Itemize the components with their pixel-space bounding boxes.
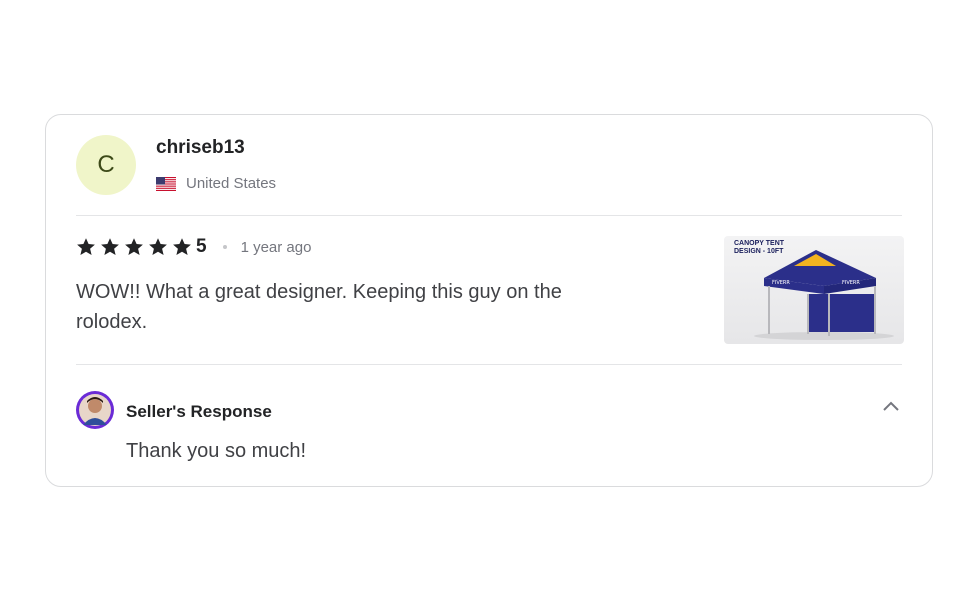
reviewer-avatar[interactable]: C	[76, 135, 136, 195]
review-thumbnail[interactable]: FIVERR FIVERR CANOPY TENT DESIGN - 10FT	[724, 236, 904, 344]
separator-dot	[222, 245, 227, 249]
review-text: WOW!! What a great designer. Keeping thi…	[76, 281, 562, 333]
seller-response-text: Thank you so much!	[126, 440, 307, 462]
star-icon	[125, 238, 143, 255]
rating-score: 5	[196, 236, 207, 257]
star-icon	[101, 238, 119, 255]
divider	[76, 215, 902, 216]
svg-text:FIVERR: FIVERR	[842, 280, 860, 286]
reviewer-username[interactable]: chriseb13	[156, 137, 245, 159]
rating-row: 5 1 year ago	[76, 236, 311, 258]
review-card: C chriseb13 United States 5 1 year ago W…	[45, 114, 933, 487]
seller-avatar[interactable]	[76, 391, 114, 429]
reviewer-country: United States	[156, 175, 276, 192]
country-label: United States	[186, 175, 277, 192]
divider	[76, 364, 902, 365]
thumbnail-caption: CANOPY TENT DESIGN - 10FT	[734, 240, 785, 255]
star-icon	[77, 238, 95, 255]
star-rating	[76, 237, 196, 257]
seller-response-title: Seller's Response	[126, 402, 272, 421]
chevron-up-icon[interactable]	[881, 397, 901, 417]
star-icon	[149, 238, 167, 255]
us-flag-icon	[156, 176, 176, 191]
svg-text:FIVERR: FIVERR	[772, 280, 790, 286]
review-time: 1 year ago	[240, 238, 312, 256]
star-icon	[173, 238, 191, 255]
